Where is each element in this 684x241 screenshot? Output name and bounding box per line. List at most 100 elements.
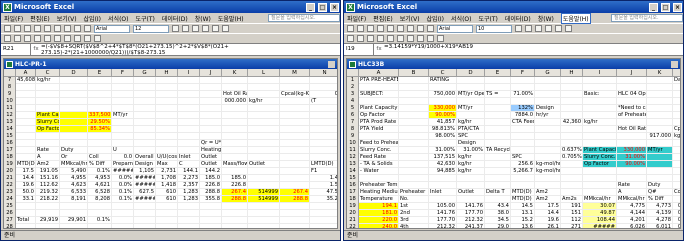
column-header[interactable]: I — [178, 69, 200, 76]
review-icon[interactable] — [84, 35, 91, 42]
cell[interactable]: 17.5 — [16, 168, 36, 175]
toolbar-icon[interactable] — [84, 25, 91, 32]
review-icon[interactable] — [367, 35, 374, 42]
cell[interactable] — [222, 84, 248, 91]
cell[interactable] — [310, 217, 337, 224]
cell[interactable] — [535, 84, 561, 91]
column-header[interactable]: K — [647, 69, 673, 76]
cell[interactable]: Duty — [647, 182, 673, 189]
menu-item-1[interactable]: 편집(E) — [373, 14, 393, 23]
cell[interactable] — [60, 210, 88, 217]
menu-item-5[interactable]: 도구(T) — [478, 14, 497, 23]
menu-item-3[interactable]: 삽입(I) — [84, 14, 102, 23]
corner-cell[interactable] — [4, 69, 16, 76]
menu-item-6[interactable]: 데이터(D) — [162, 14, 188, 23]
row-header[interactable]: 5 — [347, 105, 359, 112]
cell[interactable] — [36, 203, 60, 210]
cell[interactable]: 31.00% — [429, 147, 457, 154]
cell[interactable] — [485, 182, 511, 189]
cell[interactable]: Design — [535, 105, 561, 112]
cell[interactable]: Preheater — [399, 189, 429, 196]
cell[interactable] — [60, 203, 88, 210]
maximize-button[interactable]: □ — [661, 2, 670, 12]
cell[interactable] — [647, 154, 673, 161]
cell[interactable] — [310, 203, 337, 210]
cell[interactable]: 185.0 — [200, 175, 222, 182]
cell[interactable] — [280, 168, 310, 175]
cell[interactable]: 226.8 — [200, 182, 222, 189]
cell[interactable] — [16, 91, 36, 98]
cell[interactable] — [485, 98, 511, 105]
cell[interactable] — [583, 105, 617, 112]
cell[interactable] — [429, 140, 457, 147]
toolbar-icon[interactable] — [24, 25, 31, 32]
cell[interactable] — [156, 147, 178, 154]
cell[interactable]: 90.00% — [617, 161, 647, 168]
cell[interactable] — [561, 126, 583, 133]
cell[interactable] — [280, 119, 310, 126]
cell[interactable] — [200, 91, 222, 98]
cell[interactable] — [310, 224, 337, 228]
cell[interactable]: 355.8 — [200, 196, 222, 203]
cell[interactable] — [647, 84, 673, 91]
cell[interactable] — [156, 224, 178, 228]
cell[interactable]: 108.44 — [583, 217, 617, 224]
cell[interactable]: 33.1 — [16, 196, 36, 203]
cell[interactable]: 0 — [310, 91, 337, 98]
cell[interactable]: kg-mol/hr — [535, 168, 561, 175]
menu-item-3[interactable]: 삽입(I) — [427, 14, 445, 23]
cell[interactable]: Basic: — [583, 91, 617, 98]
cell[interactable]: Slurry Conc. — [583, 154, 617, 161]
format-icon[interactable] — [515, 25, 522, 32]
cell[interactable]: 31.00% — [457, 147, 485, 154]
cell[interactable]: 917.000 — [647, 133, 673, 140]
cell[interactable]: Outlet — [457, 189, 485, 196]
cell[interactable] — [248, 147, 280, 154]
cell[interactable] — [156, 84, 178, 91]
row-header[interactable]: 9 — [347, 133, 359, 140]
cell[interactable] — [561, 91, 583, 98]
cell[interactable] — [280, 203, 310, 210]
review-icon[interactable] — [407, 35, 414, 42]
cell[interactable]: 151.16 — [36, 175, 60, 182]
cell[interactable]: kg-mol/hr — [535, 161, 561, 168]
cell[interactable] — [248, 112, 280, 119]
cell[interactable] — [485, 126, 511, 133]
cell[interactable] — [485, 161, 511, 168]
cell[interactable] — [16, 203, 36, 210]
cell[interactable] — [134, 147, 156, 154]
cell[interactable] — [399, 119, 429, 126]
cell[interactable] — [310, 133, 337, 140]
cell[interactable]: kg/hr — [457, 154, 485, 161]
cell[interactable]: Outlet — [200, 154, 222, 161]
cell[interactable]: Inlet — [429, 189, 457, 196]
review-icon[interactable] — [377, 35, 384, 42]
cell[interactable] — [673, 112, 680, 119]
cell[interactable] — [561, 112, 583, 119]
review-icon[interactable] — [64, 35, 71, 42]
format-icon[interactable] — [545, 25, 552, 32]
cell[interactable] — [583, 168, 617, 175]
row-header[interactable]: 21 — [4, 175, 16, 182]
cell[interactable]: 610 — [156, 189, 178, 196]
cell[interactable] — [60, 91, 88, 98]
row-header[interactable]: 3 — [347, 91, 359, 98]
cell[interactable] — [156, 77, 178, 84]
cell[interactable] — [583, 126, 617, 133]
formula-input[interactable]: =(-$V$8+SQRT($V$8^2+4*$T$8*(O21+273.15)^… — [41, 44, 340, 56]
cell[interactable]: 8,208 — [88, 196, 112, 203]
cell[interactable]: PTA Yield — [359, 126, 399, 133]
cell[interactable]: 30.07 — [583, 203, 617, 210]
cell[interactable]: 4,621 — [88, 182, 112, 189]
review-icon[interactable] — [387, 35, 394, 42]
cell[interactable] — [156, 112, 178, 119]
cell[interactable]: 4,953 — [88, 175, 112, 182]
row-header[interactable]: 24 — [4, 196, 16, 203]
row-header[interactable]: 20 — [347, 210, 359, 217]
cell[interactable]: Preparnt — [112, 161, 134, 168]
cell[interactable]: 181.0 — [359, 210, 399, 217]
cell[interactable] — [280, 210, 310, 217]
cell[interactable] — [112, 224, 134, 228]
cell[interactable]: kg/hr — [673, 133, 680, 140]
cell[interactable] — [561, 168, 583, 175]
